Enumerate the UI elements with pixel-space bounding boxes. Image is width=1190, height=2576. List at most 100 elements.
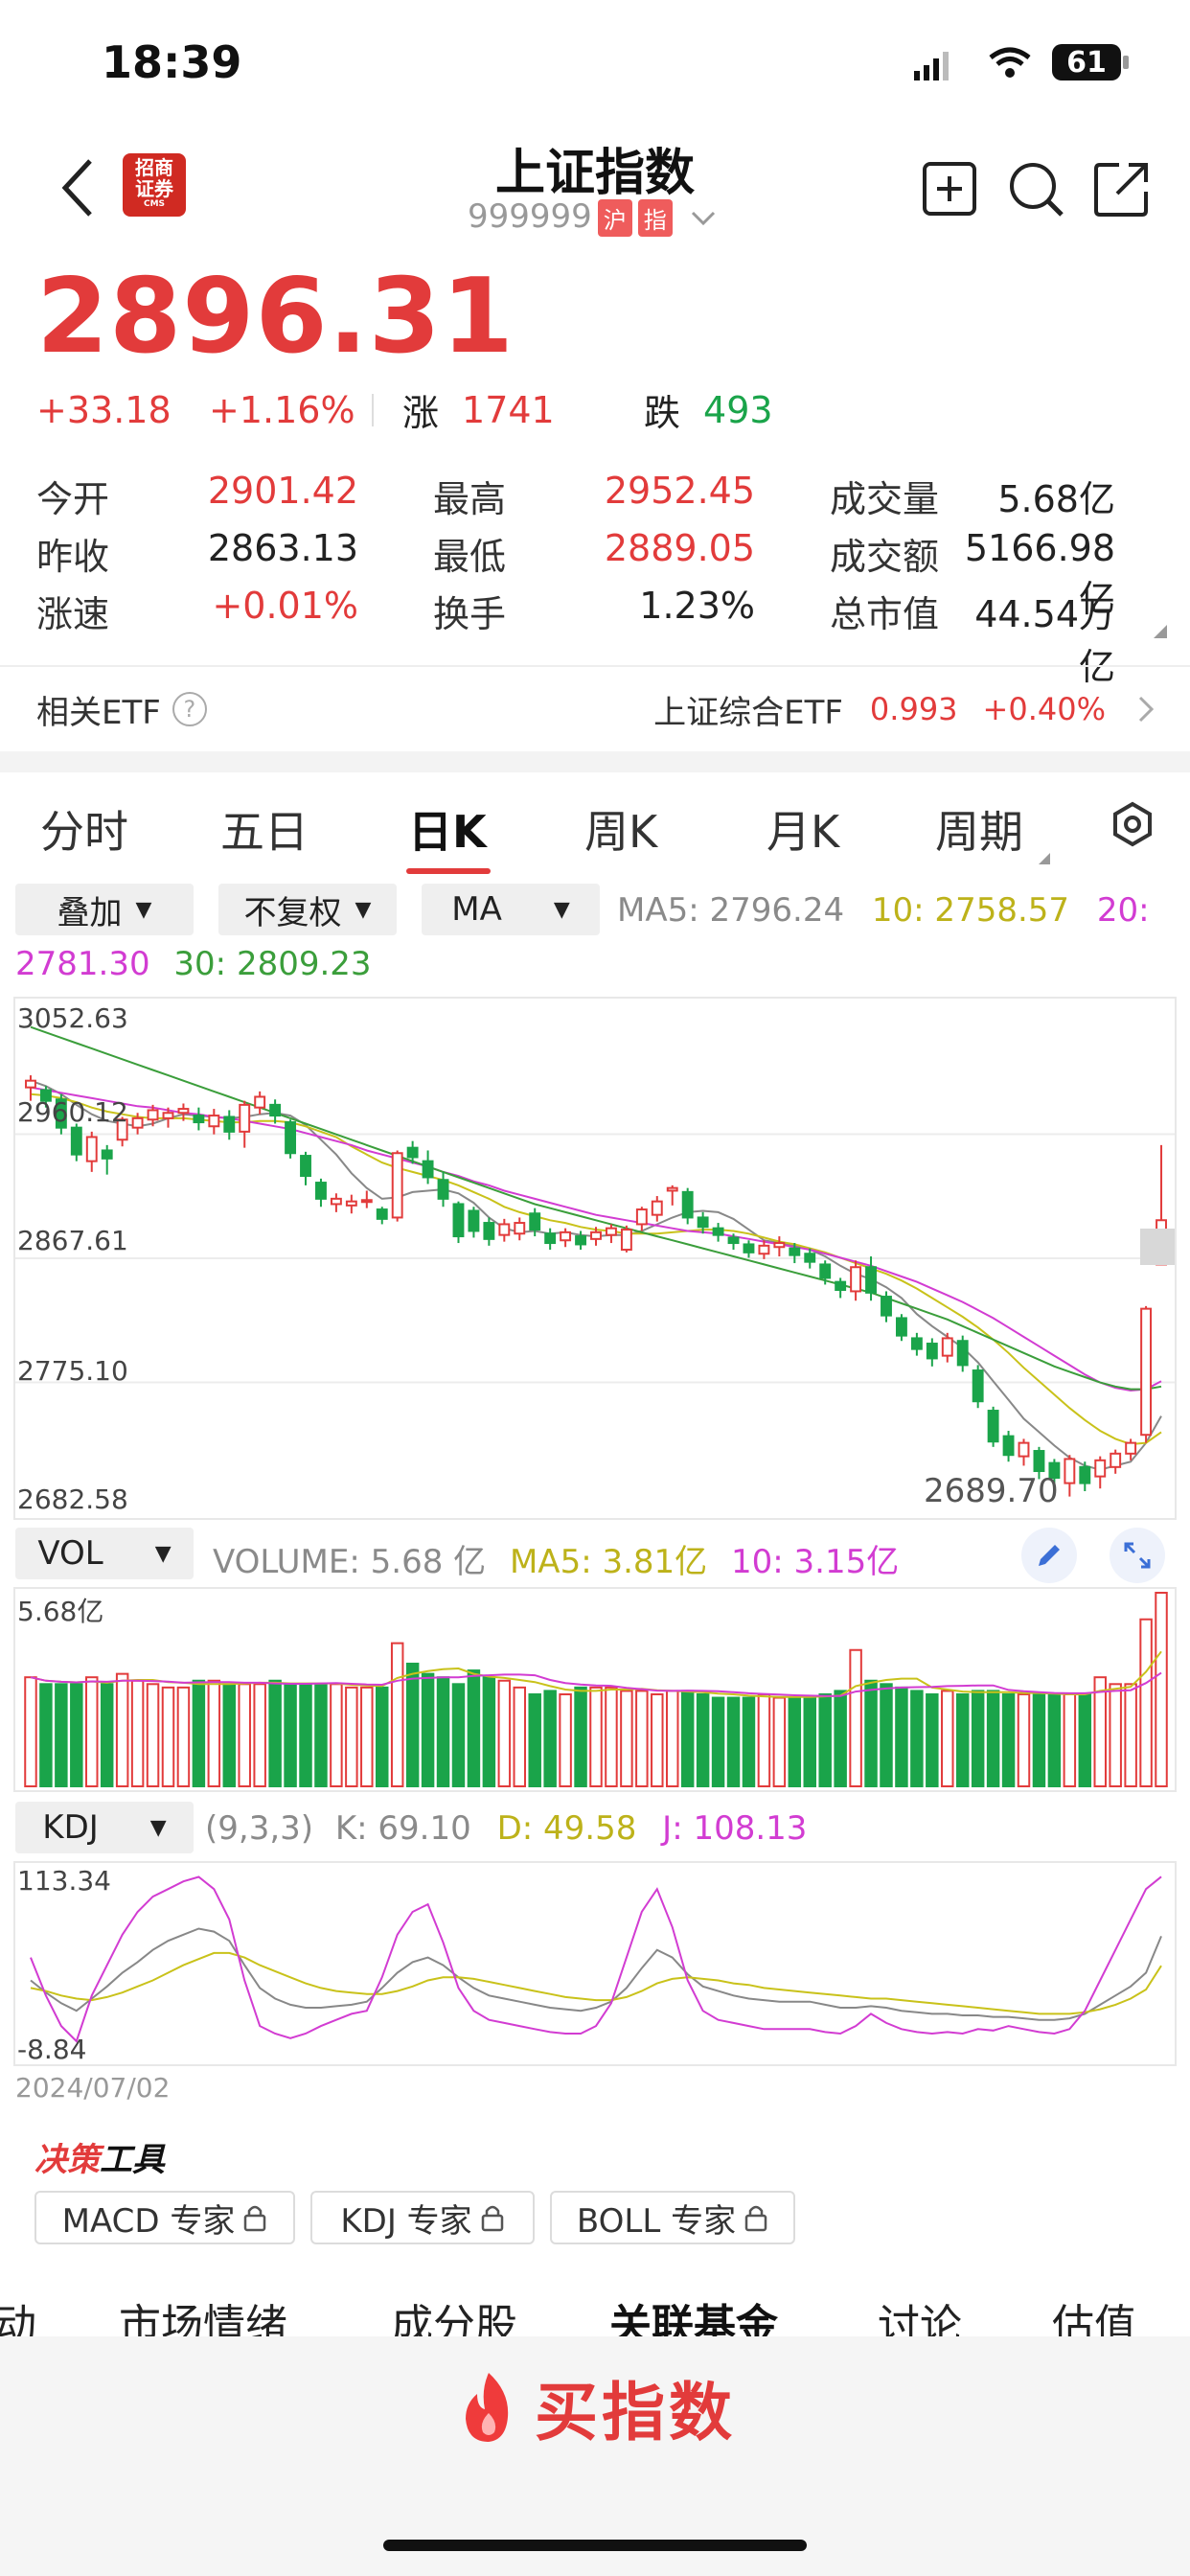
macd-expert-button[interactable]: MACD 专家 bbox=[34, 2191, 295, 2244]
kdj-dropdown[interactable]: KDJ ▼ bbox=[15, 1802, 194, 1853]
stat-label-speed: 涨速 bbox=[36, 593, 110, 635]
tab-monthly-k[interactable]: 月K bbox=[767, 797, 839, 861]
volume-bar bbox=[467, 1669, 481, 1787]
candle-body bbox=[300, 1155, 311, 1178]
caret-down-icon: ▼ bbox=[149, 1815, 167, 1840]
tab-intraday[interactable]: 分时 bbox=[40, 797, 128, 861]
stats-grid[interactable]: 今开 2901.42 最高 2952.45 成交量 5.68亿 昨收 2863.… bbox=[36, 470, 1167, 688]
candle-body bbox=[743, 1243, 755, 1254]
candle-body bbox=[422, 1160, 434, 1179]
volume-bar bbox=[757, 1692, 771, 1787]
indicator-dropdown[interactable]: MA ▼ bbox=[422, 884, 600, 935]
volume-bar bbox=[543, 1690, 557, 1787]
candle-body bbox=[1002, 1435, 1015, 1457]
volume-bar bbox=[100, 1683, 114, 1787]
volume-chart[interactable] bbox=[13, 1587, 1177, 1792]
ma-line-ma10 bbox=[30, 1092, 1162, 1446]
kdj-ytick-top: 113.34 bbox=[17, 1865, 111, 1897]
candle-body bbox=[956, 1340, 969, 1367]
volume-ytick: 5.68亿 bbox=[17, 1596, 104, 1627]
candle-body bbox=[345, 1200, 357, 1207]
candle-body bbox=[1125, 1441, 1137, 1455]
candle-body bbox=[635, 1208, 648, 1226]
volume-bar bbox=[1139, 1618, 1153, 1787]
volume-bar bbox=[376, 1686, 389, 1787]
volume-bar bbox=[482, 1676, 496, 1787]
volume-bar bbox=[299, 1683, 312, 1787]
tab-period[interactable]: 周期 bbox=[935, 797, 1023, 861]
symbol-selector[interactable]: 999999 沪指 bbox=[468, 197, 716, 237]
volume-bar bbox=[849, 1648, 862, 1788]
volume-bar bbox=[726, 1696, 741, 1787]
candle-body bbox=[162, 1112, 174, 1119]
volume-bar bbox=[436, 1676, 450, 1787]
volume-dropdown[interactable]: VOL ▼ bbox=[15, 1528, 194, 1579]
volume-bar bbox=[589, 1686, 603, 1787]
volume-bar bbox=[1109, 1683, 1122, 1787]
share-button[interactable] bbox=[1092, 159, 1152, 222]
candle-body bbox=[239, 1103, 251, 1133]
fullscreen-button[interactable] bbox=[1110, 1528, 1165, 1583]
kline-ytick-2: 2960.12 bbox=[17, 1096, 128, 1128]
caret-down-icon: ▼ bbox=[355, 897, 372, 922]
stat-label-open: 今开 bbox=[36, 478, 110, 520]
candle-body bbox=[819, 1263, 832, 1279]
volume-bar bbox=[788, 1696, 802, 1787]
kline-chart[interactable] bbox=[13, 997, 1177, 1520]
buy-index-label: 买指数 bbox=[535, 2376, 736, 2450]
search-button[interactable] bbox=[1006, 159, 1065, 222]
up-count: 1741 bbox=[462, 388, 555, 431]
symbol-code: 999999 bbox=[468, 197, 592, 236]
tab-weekly-k[interactable]: 周K bbox=[584, 797, 657, 861]
volume-bar bbox=[864, 1679, 878, 1787]
volume-legend: VOLUME: 5.68 亿 MA5: 3.81亿 10: 3.15亿 bbox=[213, 1535, 899, 1582]
adjust-dropdown[interactable]: 不复权 ▼ bbox=[218, 884, 397, 935]
kdj-expert-button[interactable]: KDJ 专家 bbox=[310, 2191, 535, 2244]
candle-body bbox=[360, 1199, 373, 1204]
candle-body bbox=[620, 1229, 632, 1252]
chart-settings-button[interactable] bbox=[1110, 801, 1156, 851]
volume-bar bbox=[971, 1690, 985, 1787]
volume-bar bbox=[986, 1690, 1000, 1787]
etf-row[interactable]: 相关ETF ? 上证综合ETF 0.993 +0.40% bbox=[36, 682, 1154, 736]
kline-ytick-5: 2682.58 bbox=[17, 1484, 128, 1515]
volume-bar bbox=[55, 1683, 68, 1787]
etf-price: 0.993 bbox=[869, 691, 958, 727]
volume-bar bbox=[635, 1690, 649, 1787]
tab-daily-k[interactable]: 日K bbox=[408, 797, 487, 861]
volume-bar bbox=[345, 1686, 358, 1787]
kdj-j: J: 108.13 bbox=[662, 1809, 808, 1848]
volume-bar bbox=[742, 1696, 756, 1787]
tab-five-day[interactable]: 五日 bbox=[220, 797, 309, 861]
volume-bar bbox=[513, 1686, 527, 1787]
candle-body bbox=[972, 1369, 984, 1403]
question-circle-icon[interactable]: ? bbox=[172, 692, 207, 726]
current-price: 2896.31 bbox=[36, 257, 515, 377]
market-tag: 沪 bbox=[597, 199, 632, 237]
candle-body bbox=[529, 1212, 541, 1231]
price-change: +33.18 bbox=[36, 388, 172, 431]
volume-bar bbox=[497, 1679, 512, 1787]
lock-icon bbox=[244, 2205, 266, 2232]
ma5-legend: MA5: 2796.24 bbox=[617, 891, 845, 930]
boll-expert-button[interactable]: BOLL 专家 bbox=[550, 2191, 795, 2244]
volume-bar bbox=[605, 1686, 618, 1787]
candle-body bbox=[406, 1146, 419, 1159]
candle-body bbox=[223, 1116, 236, 1133]
add-watchlist-button[interactable] bbox=[922, 161, 977, 220]
kdj-chart[interactable] bbox=[13, 1861, 1177, 2066]
kline-ytick-3: 2867.61 bbox=[17, 1225, 128, 1256]
draw-tool-button[interactable] bbox=[1021, 1528, 1077, 1583]
ma-line-ma30 bbox=[30, 1025, 1162, 1391]
volume-bar bbox=[115, 1672, 129, 1787]
overlay-dropdown[interactable]: 叠加 ▼ bbox=[15, 884, 194, 935]
volume-bar bbox=[130, 1679, 145, 1787]
candle-body bbox=[101, 1149, 113, 1160]
down-count: 493 bbox=[703, 388, 773, 431]
candle-body bbox=[437, 1179, 449, 1200]
volume-bar bbox=[1124, 1683, 1137, 1787]
volume-bar bbox=[651, 1692, 664, 1787]
home-indicator bbox=[383, 2540, 807, 2551]
buy-index-button[interactable]: 买指数 bbox=[0, 2361, 1190, 2453]
expand-corner-icon[interactable] bbox=[1154, 625, 1167, 638]
